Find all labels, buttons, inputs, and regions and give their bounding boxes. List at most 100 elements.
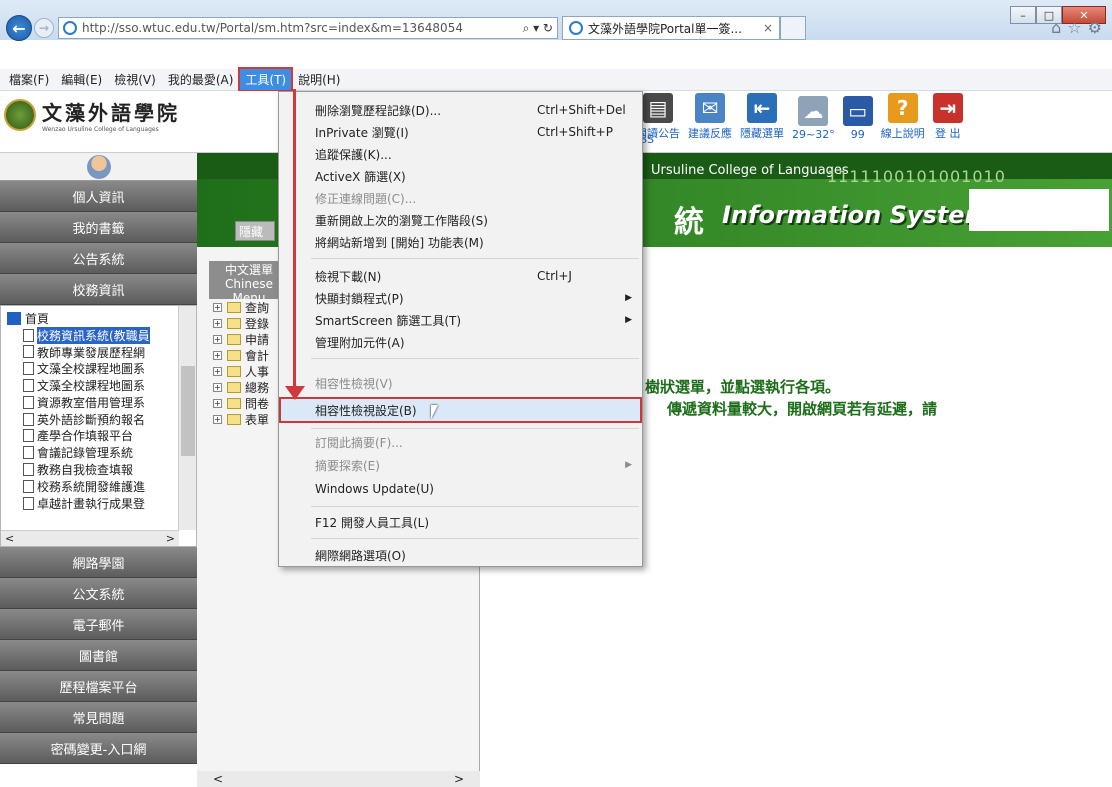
toolbar-weather[interactable]: ☁ 29~32° (792, 96, 835, 141)
scroll-right-icon[interactable]: > (454, 772, 464, 786)
folder-row[interactable]: + 會計 (213, 347, 269, 363)
toolbar-feedback[interactable]: ✉ 建議反應 (688, 93, 732, 141)
chinese-menu-header: 中文選單 Chinese Menu (209, 261, 289, 305)
tree-item[interactable]: 產學合作填報平台 (3, 428, 175, 445)
menu-item-subscribe-feed[interactable]: 訂閱此摘要(F)... (279, 431, 642, 453)
expand-plus-icon[interactable]: + (213, 382, 222, 392)
sidebar-btn-portfolio[interactable]: 歷程檔案平台 (0, 671, 197, 702)
sidebar-btn-change-password[interactable]: 密碼變更-入口網 (0, 733, 197, 764)
expand-plus-icon[interactable]: + (213, 414, 222, 424)
menu-tools[interactable]: 工具(T) (238, 67, 294, 92)
sidebar-btn-bookmarks[interactable]: 我的書籤 (0, 212, 197, 243)
menu-item-compat-view[interactable]: 相容性檢視(V) (279, 372, 642, 394)
toolbar-monitor[interactable]: ▭ 99 (842, 96, 873, 141)
tree-root[interactable]: 首頁 (3, 310, 175, 327)
menu-file[interactable]: 檔案(F) (4, 69, 54, 90)
tree-item[interactable]: 會議記錄管理系統 (3, 444, 175, 461)
college-logo[interactable]: 文藻外語學院 Wenzao Ursuline College of Langua… (4, 97, 180, 133)
sidebar-btn-school-info[interactable]: 校務資訊 (0, 274, 197, 305)
tree-item[interactable]: 校務資訊系統(教職員 (3, 326, 175, 344)
folder-row[interactable]: + 查詢 (213, 299, 269, 315)
toolbar-hide-menu[interactable]: ⇤ 隱藏選單 (740, 93, 784, 141)
menu-item-view-downloads[interactable]: 檢視下載(N) Ctrl+J (279, 265, 642, 287)
menu-item-popup-blocker[interactable]: 快顯封鎖程式(P) ▶ (279, 287, 642, 309)
tree-item[interactable]: 教師專業發展歷程網 (3, 344, 175, 361)
folder-row[interactable]: + 總務 (213, 379, 269, 395)
sidebar-btn-personal-info[interactable]: 個人資訊 (0, 181, 197, 212)
favorites-star-icon[interactable]: ☆ (1067, 18, 1081, 37)
back-button[interactable]: ← (6, 15, 32, 41)
menu-item-windows-update[interactable]: Windows Update(U) (279, 478, 642, 500)
expand-plus-icon[interactable]: + (213, 334, 222, 344)
tab-close-button[interactable]: × (763, 21, 779, 35)
menu-favorites[interactable]: 我的最愛(A) (163, 69, 239, 90)
expand-plus-icon[interactable]: + (213, 366, 222, 376)
expand-plus-icon[interactable]: + (213, 350, 222, 360)
tree-horizontal-scrollbar[interactable]: < > (1, 530, 179, 546)
notice-line-1: 樹狀選單，並點選執行各項。 (645, 378, 841, 396)
menu-item-add-to-start[interactable]: 將網站新增到 [開始] 功能表(M) (279, 231, 642, 253)
menu-help[interactable]: 說明(H) (293, 69, 345, 90)
new-tab-button[interactable] (780, 16, 806, 40)
tree-item[interactable]: 卓越計畫執行成果登 (3, 495, 175, 512)
document-icon (23, 463, 34, 477)
forward-button[interactable]: → (34, 18, 54, 38)
folder-row[interactable]: + 問卷 (213, 395, 269, 411)
menu-item-feed-discovery[interactable]: 摘要探索(E) ▶ (279, 454, 642, 476)
scroll-left-icon[interactable]: < (213, 772, 223, 786)
home-icon[interactable]: ⌂ (1051, 18, 1061, 37)
expand-plus-icon[interactable]: + (213, 302, 222, 312)
tree-item[interactable]: 文藻全校課程地圖系 (3, 360, 175, 377)
menu-separator (311, 258, 639, 259)
logout-icon: ⇥ (932, 93, 963, 123)
sidebar-btn-announcements[interactable]: 公告系統 (0, 243, 197, 274)
portal-toolbar: ▤ 閱讀公告 ✉ 建議反應 ⇤ 隱藏選單 ☁ 29~32° ▭ 99 ? 線上說明 ⇥ 登 出 (636, 93, 971, 141)
menu-bar: 檔案(F) 編輯(E) 檢視(V) 我的最愛(A) 工具(T) 說明(H) (0, 67, 1112, 92)
sidebar-btn-e-learning[interactable]: 網路學園 (0, 547, 197, 578)
folder-row[interactable]: + 登錄 (213, 315, 269, 331)
menu-item-manage-addons[interactable]: 管理附加元件(A) (279, 331, 642, 353)
settings-gear-icon[interactable]: ⚙ (1088, 18, 1102, 37)
menu-separator (311, 538, 639, 539)
menu-item-activex-filter[interactable]: ActiveX 篩選(X) (279, 165, 642, 187)
menu-view[interactable]: 檢視(V) (109, 69, 161, 90)
tree-item[interactable]: 校務系統開發維護進 (3, 478, 175, 495)
menu-item-tracking-protection[interactable]: 追蹤保護(K)... (279, 143, 642, 165)
toolbar-online-help[interactable]: ? 線上說明 (881, 93, 925, 141)
sidebar-btn-documents[interactable]: 公文系統 (0, 578, 197, 609)
tree-item[interactable]: 資源教室借用管理系 (3, 394, 175, 411)
tree-vertical-scrollbar[interactable] (178, 306, 196, 530)
address-controls[interactable]: ⌕ ▾ ↻ (523, 21, 557, 36)
sidebar-btn-faq[interactable]: 常見問題 (0, 702, 197, 733)
tree-item[interactable]: 英外語診斷預約報名 (3, 411, 175, 428)
browser-tab-active[interactable]: 文藻外語學院Portal單一簽... × (562, 16, 780, 40)
menu-horizontal-scrollbar[interactable]: < > (197, 771, 480, 787)
menu-item-inprivate[interactable]: InPrivate 瀏覽(I) Ctrl+Shift+P (279, 121, 642, 143)
sidebar-btn-library[interactable]: 圖書館 (0, 640, 197, 671)
menu-separator (311, 358, 639, 359)
tree-item[interactable]: 文藻全校課程地圖系 (3, 377, 175, 394)
college-seal-icon (4, 99, 36, 131)
expand-plus-icon[interactable]: + (213, 318, 222, 328)
sidebar-btn-email[interactable]: 電子郵件 (0, 609, 197, 640)
menu-item-delete-history[interactable]: 刪除瀏覽歷程記錄(D)... Ctrl+Shift+Del (279, 99, 642, 121)
hide-menu-button[interactable]: 隱藏 (235, 221, 275, 241)
menu-item-internet-options[interactable]: 網際網路選項(O) (279, 544, 642, 566)
toolbar-logout[interactable]: ⇥ 登 出 (932, 93, 963, 141)
folder-row[interactable]: + 人事 (213, 363, 269, 379)
menu-item-f12-devtools[interactable]: F12 開發人員工具(L) (279, 511, 642, 533)
menu-item-smartscreen[interactable]: SmartScreen 篩選工具(T) ▶ (279, 309, 642, 331)
folder-row[interactable]: + 表單 (213, 411, 269, 427)
address-bar[interactable]: http://sso.wtuc.edu.tw/Portal/sm.htm?src… (58, 17, 558, 39)
scroll-thumb[interactable] (181, 366, 195, 456)
folder-row[interactable]: + 申請 (213, 331, 269, 347)
scroll-right-icon[interactable]: > (166, 532, 175, 545)
expand-plus-icon[interactable]: + (213, 398, 222, 408)
menu-item-reopen-session[interactable]: 重新開啟上次的瀏覽工作階段(S) (279, 209, 642, 231)
tree-item[interactable]: 教務自我檢查填報 (3, 461, 175, 478)
scroll-left-icon[interactable]: < (5, 532, 14, 545)
menu-item-fix-connection[interactable]: 修正連線問題(C)... (279, 187, 642, 209)
menu-item-compat-view-settings[interactable]: 相容性檢視設定(B) (279, 397, 642, 423)
menu-edit[interactable]: 編輯(E) (56, 69, 107, 90)
hide-menu-icon: ⇤ (747, 93, 777, 123)
